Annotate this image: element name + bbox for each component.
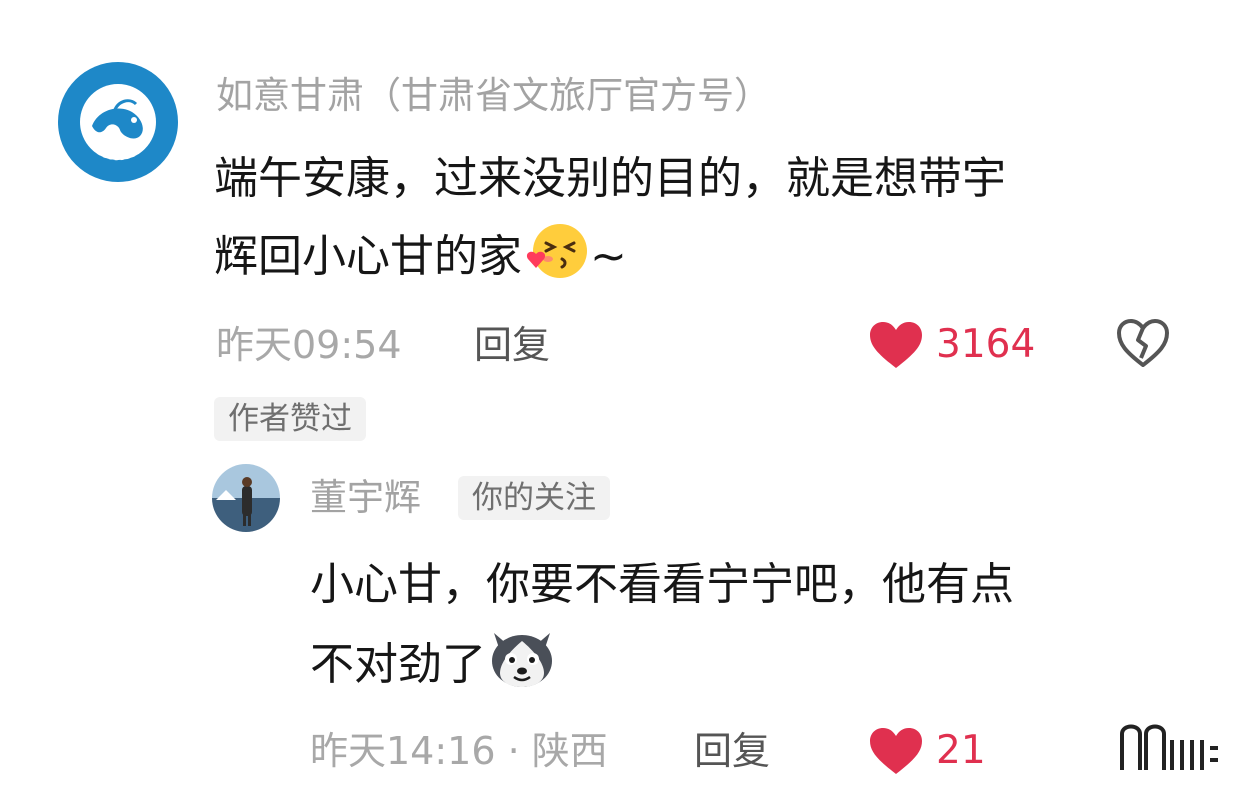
user-photo-icon [212, 464, 280, 532]
reply-text-line: 不对劲了 [310, 626, 558, 714]
reply-username[interactable]: 董宇辉 [310, 476, 421, 520]
like-count: 21 [936, 728, 986, 773]
like-count: 3164 [936, 322, 1036, 367]
user-avatar[interactable] [212, 464, 280, 532]
like-button[interactable]: 3164 [868, 320, 1035, 370]
broken-heart-icon [1117, 319, 1169, 367]
comment-thread: 如意甘肃（甘肃省文旅厅官方号） 端午安康，过来没别的目的，就是想带宇 辉回小心甘… [0, 0, 1240, 795]
comment-timestamp: 昨天09:54 [216, 323, 402, 367]
kiss-heart-emoji-icon [522, 223, 590, 306]
reply-timestamp-location: 昨天14:16 · 陕西 [310, 729, 608, 773]
reply-text-line: 小心甘，你要不看看宁宁吧，他有点 [310, 559, 1014, 610]
comment-text-segment: 辉回小心甘的家 [214, 231, 522, 282]
heart-filled-icon [870, 322, 922, 368]
comment-text-line: 端午安康，过来没别的目的，就是想带宇 [214, 153, 1006, 204]
husky-dog-emoji-icon [486, 627, 558, 714]
gansu-logo-icon [58, 62, 178, 182]
reply-text-segment: 不对劲了 [310, 639, 486, 690]
dislike-button[interactable] [1116, 318, 1170, 372]
author-liked-badge: 作者赞过 [214, 397, 366, 441]
following-badge: 你的关注 [458, 476, 610, 520]
comment-text-line: 辉回小心甘的家 ~ [214, 218, 627, 306]
heart-filled-icon [870, 728, 922, 774]
gansu-logo-avatar[interactable] [56, 60, 180, 184]
reply-button[interactable]: 回复 [694, 728, 770, 774]
watermark-overlay [1062, 716, 1222, 780]
comment-text-suffix: ~ [590, 231, 627, 282]
comment-username[interactable]: 如意甘肃（甘肃省文旅厅官方号） [216, 74, 771, 118]
reply-button[interactable]: 回复 [474, 322, 550, 368]
like-button[interactable]: 21 [868, 726, 986, 776]
